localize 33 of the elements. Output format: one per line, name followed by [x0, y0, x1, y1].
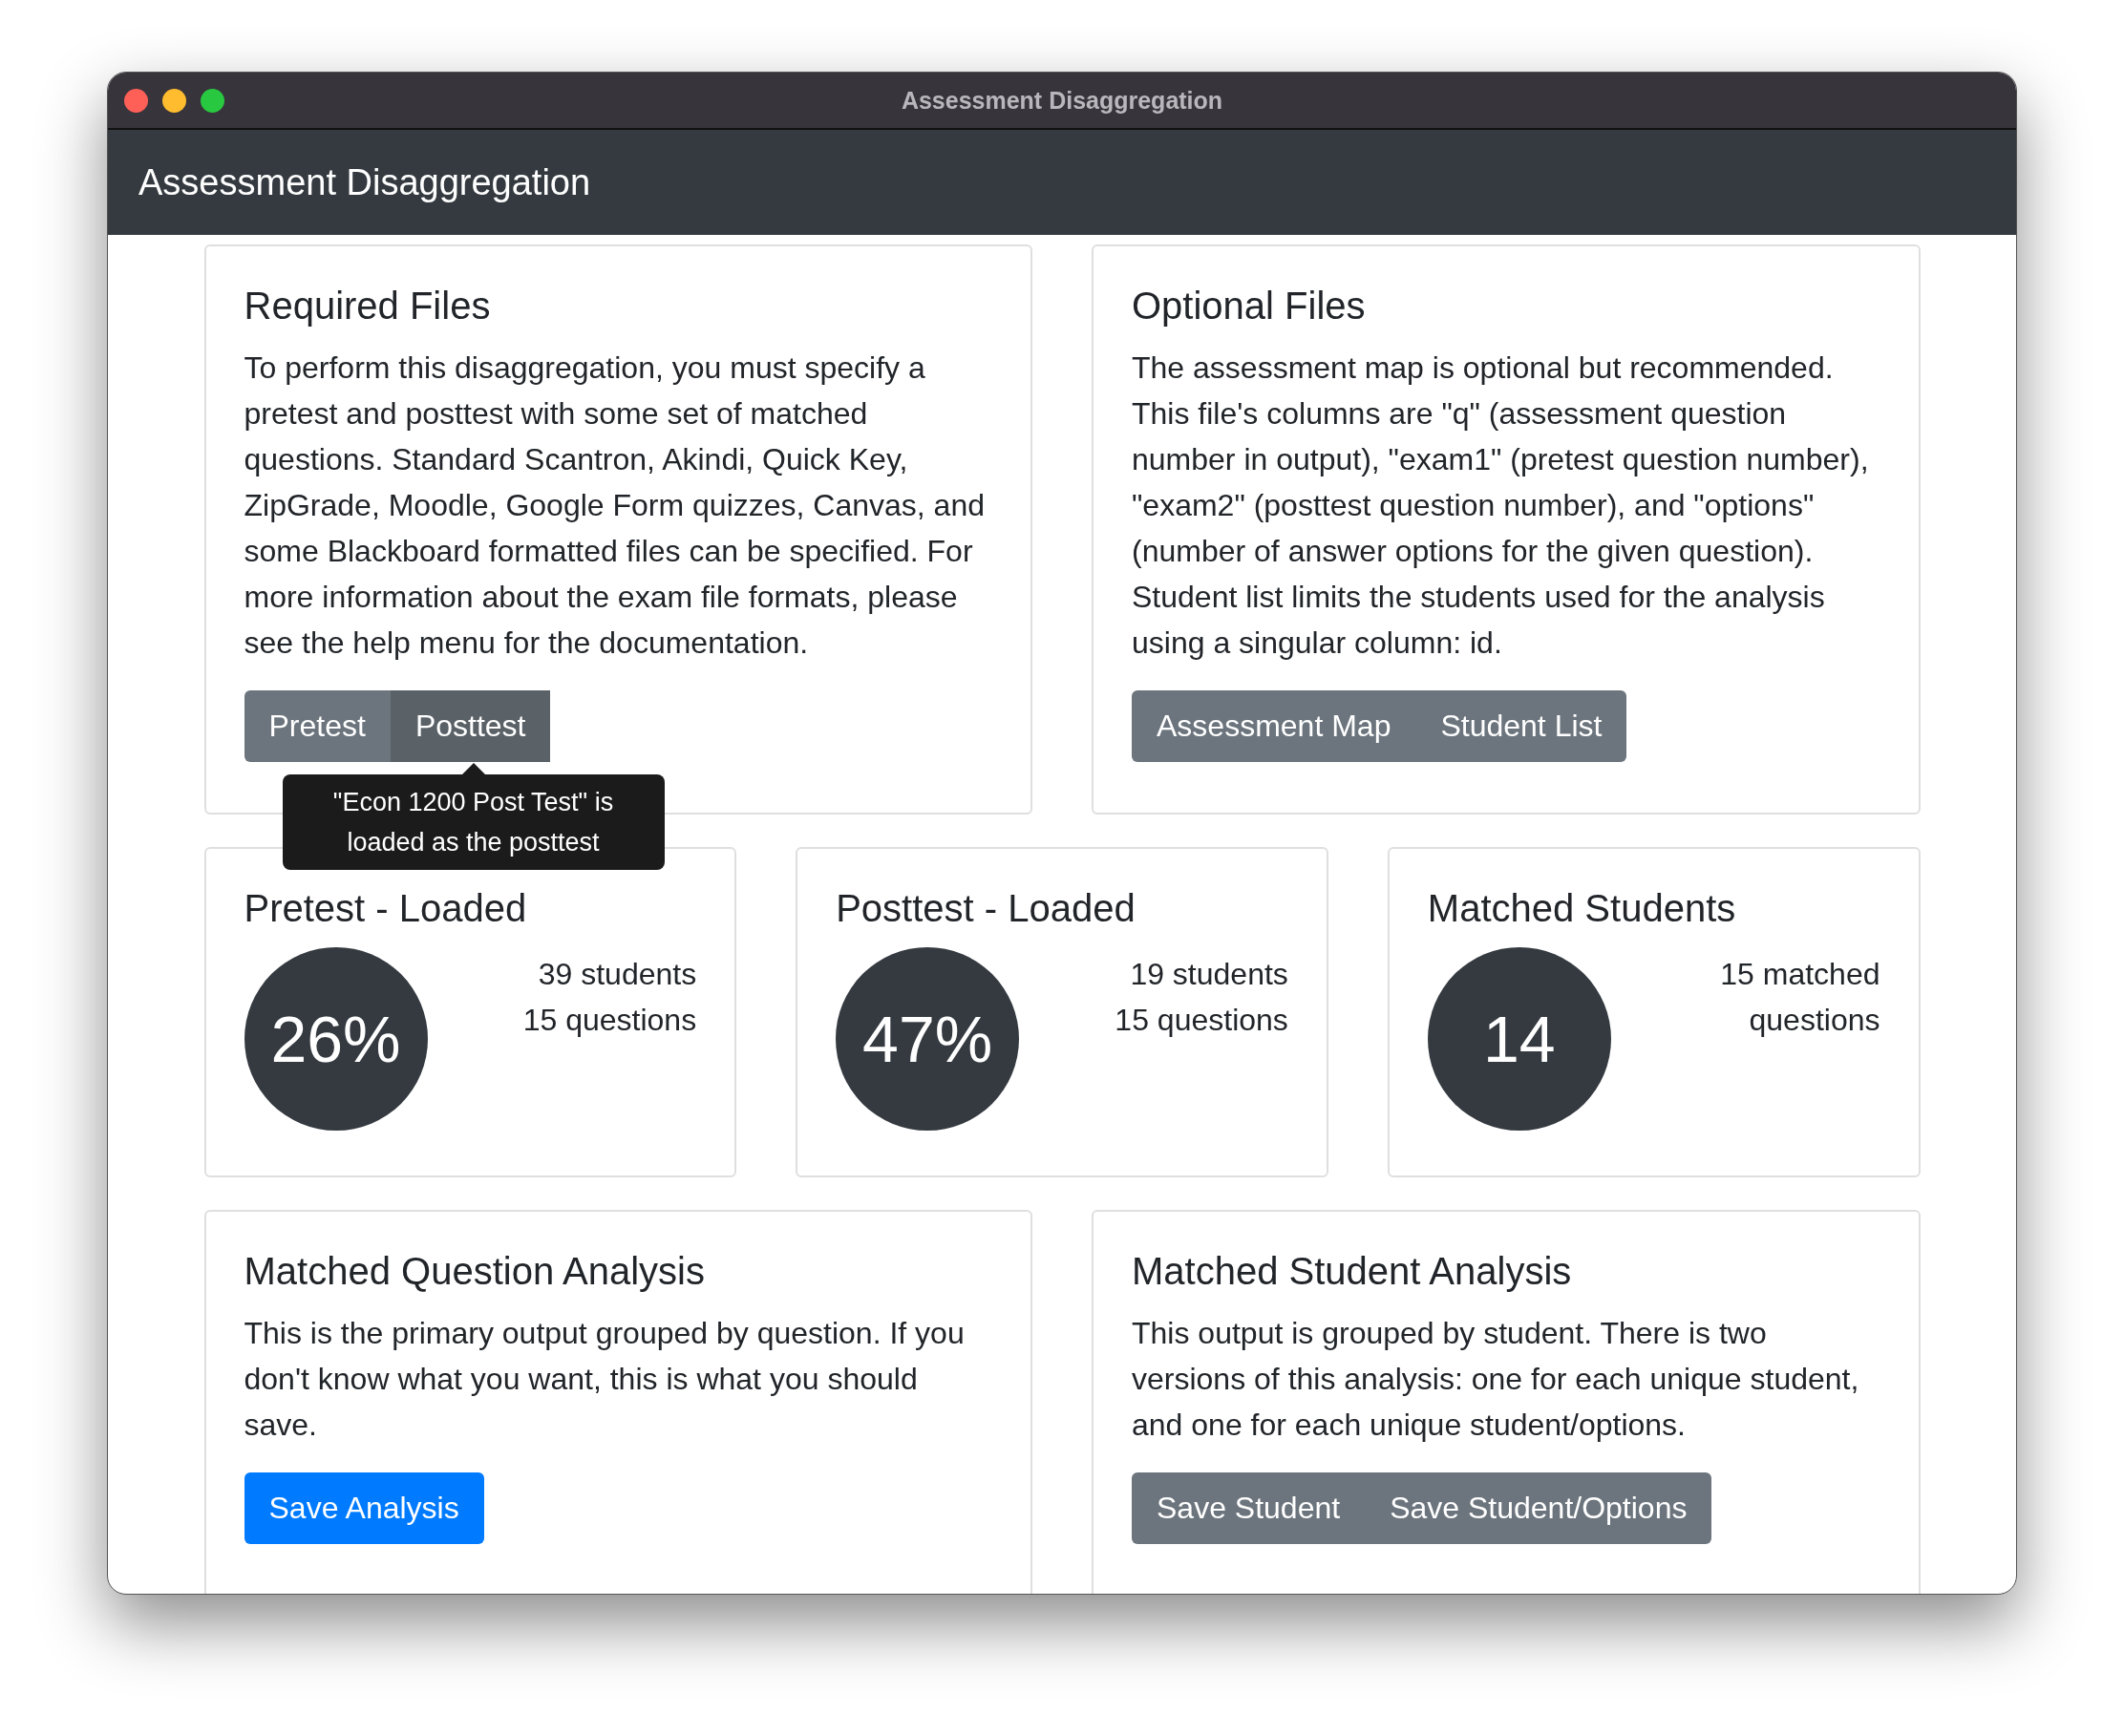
stat-text: 19 students: [1130, 956, 1288, 993]
card-title: Optional Files: [1132, 285, 1367, 328]
maximize-icon[interactable]: [201, 88, 224, 113]
stat-text: 15 questions: [522, 1002, 697, 1039]
tooltip: "Econ 1200 Post Test" is loaded as the posttest: [282, 774, 665, 870]
card-text: This is the primary output grouped by question. If you don't know what you want, this is what you should save.: [244, 1315, 966, 1444]
card-title: Matched Students: [1427, 887, 1737, 930]
window-title: Assessment Disaggregation: [901, 86, 1223, 114]
stat-text: 39 students: [538, 956, 697, 993]
stat-circle: 14: [1427, 947, 1611, 1131]
stat-text: 15 matched: [1720, 956, 1880, 993]
file-button[interactable]: Save Student/Options: [1365, 1472, 1712, 1544]
minimize-icon[interactable]: [162, 88, 186, 113]
stat-text: 15 questions: [1115, 1002, 1288, 1039]
card-title: Required Files: [244, 285, 492, 328]
close-icon[interactable]: [124, 88, 148, 113]
stat-circle: 47%: [836, 947, 1020, 1131]
file-button[interactable]: Posttest: [390, 690, 551, 762]
file-button[interactable]: Student List: [1415, 690, 1627, 762]
stat-text: questions: [1749, 1002, 1880, 1039]
card-title: Matched Student Analysis: [1132, 1250, 1573, 1293]
navbar-title: Assessment Disaggregation: [138, 161, 591, 203]
card-title: Posttest - Loaded: [836, 887, 1136, 930]
stat-circle: 26%: [244, 947, 428, 1131]
save-button[interactable]: Save Analysis: [244, 1472, 484, 1544]
card-text: The assessment map is optional but recommended. This file's columns are "q" (assessment question number in output), "exam1" (pretest question number), "exam2" (posttest question number), and "options" (number of answer options for the given question). Student list limits the students used for the analysis using a singular column: id.: [1132, 349, 1870, 662]
card-title: Pretest - Loaded: [244, 887, 528, 930]
card-text: This output is grouped by student. There is two versions of this analysis: one for each unique student, and one for each unique student/options.: [1132, 1315, 1860, 1444]
card-text: To perform this disaggregation, you must specify a pretest and posttest with some set of matched questions. Standard Scantron, Akindi, Quick Key, ZipGrade, Moodle, Google Form quizzes, Canvas, and some Blackboard formatted files can be specified. For more information about the exam file formats, please see the help menu for the documentation.: [244, 349, 986, 662]
file-button[interactable]: Assessment Map: [1132, 690, 1416, 762]
file-button[interactable]: Pretest: [244, 690, 391, 762]
file-button[interactable]: Save Student: [1132, 1472, 1366, 1544]
card-title: Matched Question Analysis: [244, 1250, 706, 1293]
